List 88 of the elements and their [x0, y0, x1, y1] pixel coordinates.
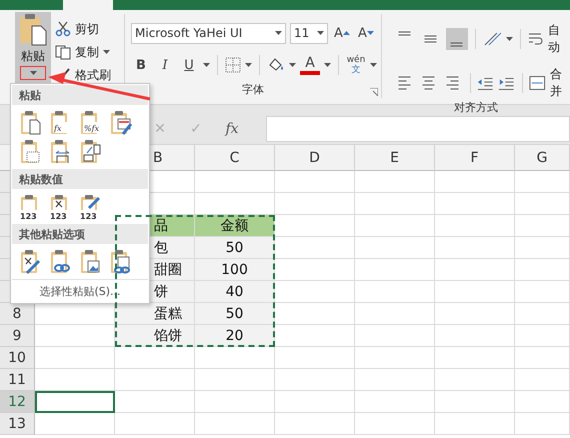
paste-dropdown-button[interactable] [20, 66, 46, 80]
caret-icon [30, 71, 36, 75]
font-name-field[interactable]: Microsoft YaHei UI [131, 22, 286, 44]
table-cell: 蛋糕 [115, 303, 195, 325]
caret-icon[interactable] [289, 63, 296, 67]
paste-option-icon[interactable] [19, 110, 43, 136]
caret-icon[interactable] [103, 50, 110, 54]
row-header[interactable]: 8 [0, 303, 35, 325]
table-cell: 20 [195, 325, 275, 347]
caret-icon[interactable] [245, 63, 252, 67]
align-middle-icon [424, 35, 438, 43]
row-header[interactable]: 13 [0, 413, 35, 435]
font-color-button[interactable]: A [300, 55, 320, 75]
paste-option-icon[interactable] [49, 249, 73, 276]
paste-button[interactable]: 粘贴 [15, 12, 51, 84]
table-cell [515, 171, 570, 193]
orientation-icon[interactable] [482, 31, 502, 47]
phonetic-button[interactable]: wén 文 [346, 54, 366, 76]
decrease-indent-icon[interactable] [477, 75, 494, 91]
font-size-field[interactable]: 11 [290, 22, 328, 44]
align-right-icon [446, 76, 459, 90]
vertical-align-button[interactable] [446, 28, 468, 50]
copy-icon [55, 44, 71, 60]
align-left-icon [398, 76, 411, 90]
column-header[interactable]: D [275, 145, 355, 171]
grow-font-button[interactable]: A [332, 22, 352, 44]
fill-color-icon[interactable] [267, 57, 285, 73]
column-header[interactable]: G [515, 145, 570, 171]
table-cell [515, 369, 570, 391]
table-cell [515, 391, 570, 413]
cut-button[interactable]: 剪切 [55, 19, 111, 39]
table-cell [515, 347, 570, 369]
table-cell: 金额 [195, 215, 275, 237]
table-cell [515, 215, 570, 237]
caret-icon[interactable] [342, 31, 350, 35]
table-cell [515, 259, 570, 281]
copy-button[interactable]: 复制 [55, 42, 111, 62]
caret-icon[interactable] [366, 31, 374, 35]
paste-option-icon[interactable] [109, 110, 133, 136]
scissors-icon [55, 21, 71, 37]
align-center-icon [422, 76, 435, 90]
wrap-text-icon[interactable] [528, 32, 544, 46]
menu-section-header: 粘贴数值 [12, 169, 148, 190]
italic-button[interactable]: I [155, 54, 175, 76]
bold-button[interactable]: B [131, 54, 151, 76]
table-cell: 馅饼 [115, 325, 195, 347]
column-header[interactable]: E [355, 145, 435, 171]
row-header[interactable]: 12 [0, 391, 35, 413]
row-header[interactable]: 10 [0, 347, 35, 369]
table-cell: 50 [195, 237, 275, 259]
caret-icon[interactable] [370, 63, 377, 67]
paste-option-icon[interactable] [19, 249, 43, 276]
align-bottom-icon [450, 42, 464, 47]
table-cell: 100 [195, 259, 275, 281]
table-cell [515, 325, 570, 347]
formula-input[interactable] [266, 116, 570, 142]
increase-indent-icon[interactable] [498, 75, 515, 91]
column-header[interactable]: C [195, 145, 275, 171]
caret-icon[interactable] [506, 37, 514, 41]
table-cell: 50 [195, 303, 275, 325]
table-cell [515, 303, 570, 325]
caret-icon[interactable] [203, 63, 210, 67]
table-cell: 40 [195, 281, 275, 303]
caret-icon[interactable] [324, 63, 331, 67]
group-label: 字体 [242, 82, 264, 98]
align-top-icon [398, 31, 412, 36]
wrap-text-label[interactable]: 自动 [548, 22, 570, 56]
column-header[interactable]: F [435, 145, 515, 171]
group-label: 对齐方式 [453, 100, 499, 115]
row-header[interactable]: 11 [0, 369, 35, 391]
clipboard-icon [18, 12, 48, 46]
merge-cells-icon[interactable] [529, 75, 546, 91]
caret-icon [275, 31, 282, 35]
shrink-font-button[interactable]: A [356, 22, 376, 44]
merge-label[interactable]: 合并 [550, 66, 570, 100]
paste-option-icon[interactable] [109, 249, 133, 276]
insert-function-button[interactable]: fx [222, 120, 242, 136]
table-cell [515, 193, 570, 215]
menu-section-header: 粘贴 [12, 85, 148, 106]
dialog-launcher-icon[interactable] [370, 88, 378, 96]
underline-button[interactable]: U [179, 54, 199, 76]
table-cell [515, 281, 570, 303]
table-cell [515, 237, 570, 259]
row-header[interactable]: 9 [0, 325, 35, 347]
borders-icon[interactable] [225, 57, 241, 73]
menu-section-header: 其他粘贴选项 [12, 224, 148, 244]
caret-icon [317, 31, 324, 35]
paste-option-icon[interactable] [79, 139, 103, 166]
